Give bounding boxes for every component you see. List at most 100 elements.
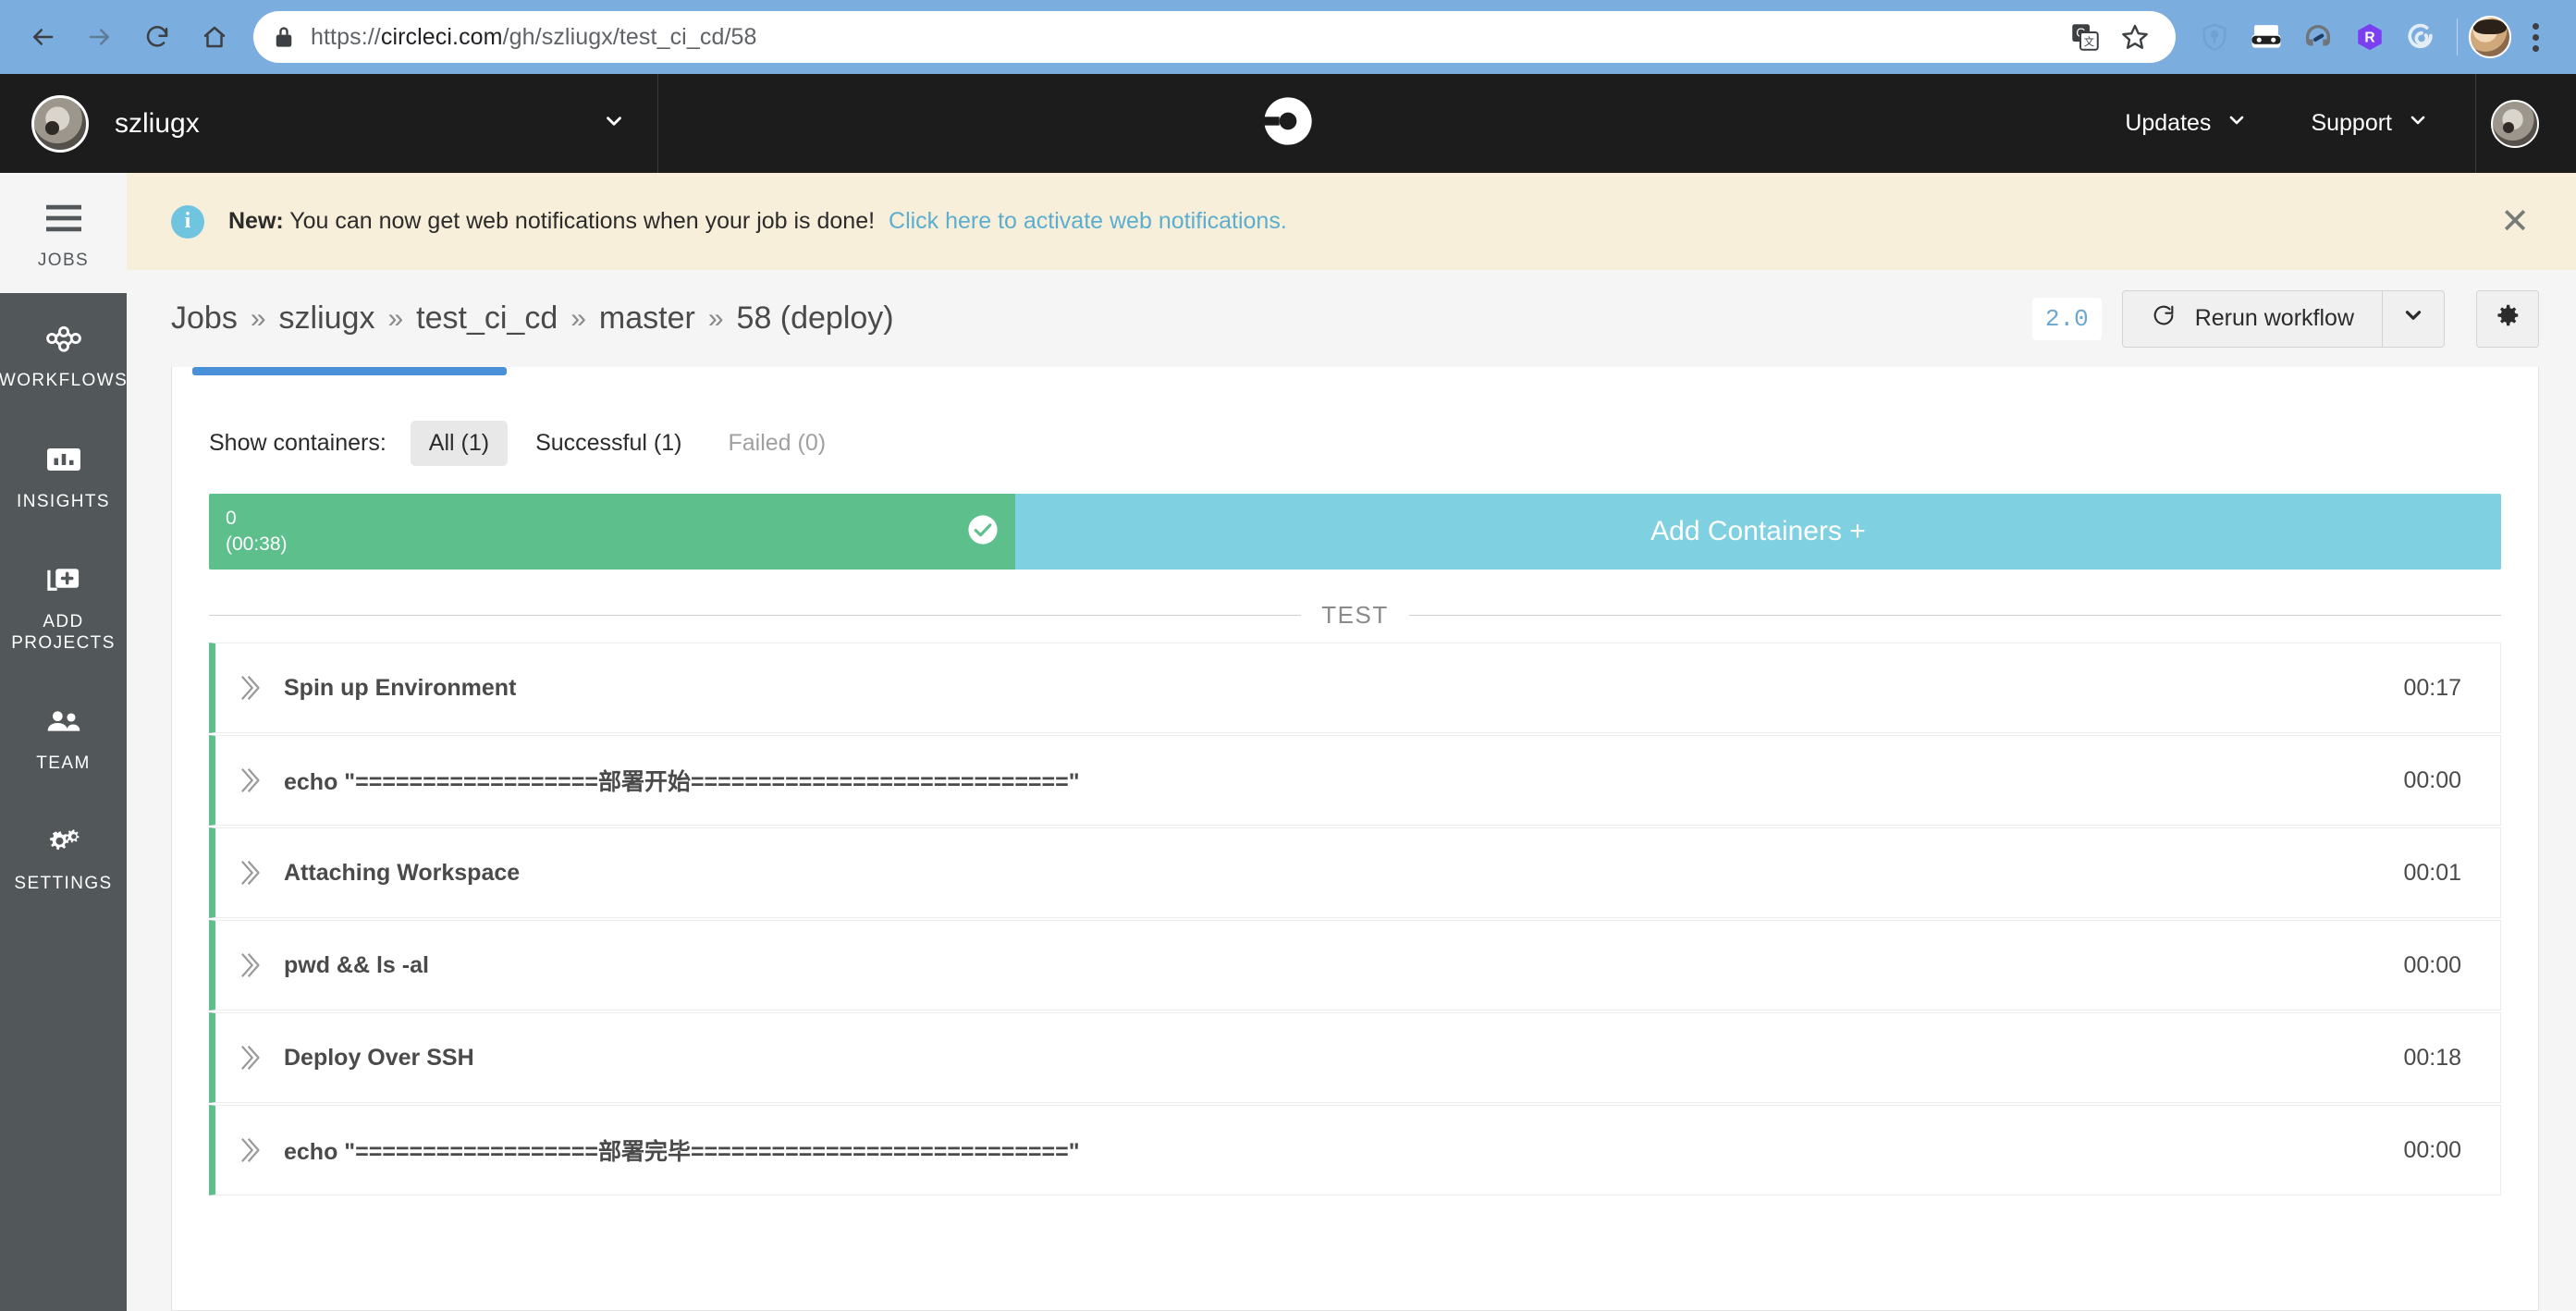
close-icon[interactable]: ✕: [2487, 204, 2543, 239]
sidebar-item-workflows[interactable]: WORKFLOWS: [0, 293, 127, 413]
step-row[interactable]: echo "==================部署完毕============…: [209, 1105, 2501, 1195]
filter-failed[interactable]: Failed (0): [709, 421, 844, 466]
breadcrumb-separator: »: [707, 302, 724, 334]
step-name: pwd && ls -al: [284, 951, 429, 978]
breadcrumb: Jobs » szliugx » test_ci_cd » master » 5…: [171, 300, 894, 337]
step-name: echo "==================部署完毕============…: [284, 1139, 1080, 1165]
kebab-menu-icon[interactable]: [2511, 13, 2559, 61]
rerun-button-group: Rerun workflow: [2121, 289, 2445, 348]
breadcrumb-separator: »: [250, 302, 266, 334]
container-0[interactable]: 0 (00:38): [209, 494, 1015, 570]
bar-chart-icon: [46, 438, 80, 481]
updates-menu[interactable]: Updates: [2093, 109, 2279, 138]
step-row[interactable]: Spin up Environment 00:17: [209, 643, 2501, 733]
container-info: 0 (00:38): [226, 506, 288, 557]
step-duration: 00:17: [2403, 674, 2461, 701]
rerun-workflow-button[interactable]: Rerun workflow: [2121, 289, 2383, 348]
people-icon: [45, 700, 82, 742]
address-bar[interactable]: https://circleci.com/gh/szliugx/test_ci_…: [253, 11, 2176, 63]
steps-list: Spin up Environment 00:17 echo "========…: [209, 643, 2501, 1195]
notification-banner: i New: You can now get web notifications…: [127, 173, 2576, 270]
sidebar-item-label: TEAM: [36, 754, 91, 774]
sidebar-item-label: INSIGHTS: [17, 491, 110, 511]
double-chevron-icon: [215, 1136, 284, 1164]
sidebar-item-label: ADD PROJECTS: [11, 612, 116, 653]
sidebar-item-team[interactable]: TEAM: [0, 676, 127, 796]
add-containers-button[interactable]: Add Containers +: [1015, 494, 2501, 570]
step-name: Attaching Workspace: [284, 859, 521, 886]
org-name: szliugx: [115, 107, 200, 139]
spiral-icon[interactable]: [2398, 13, 2446, 61]
home-button[interactable]: [189, 11, 240, 63]
project-settings-button[interactable]: [2476, 289, 2539, 348]
rerun-options-button[interactable]: [2383, 289, 2445, 348]
url-scheme: https://: [311, 23, 381, 50]
breadcrumb-branch[interactable]: master: [599, 300, 695, 337]
sidebar-item-label: JOBS: [37, 251, 90, 270]
svg-text:R: R: [2364, 31, 2374, 46]
org-switcher[interactable]: szliugx: [0, 74, 658, 173]
section-label: TEST: [1321, 601, 1389, 629]
step-name: echo "==================部署开始============…: [284, 769, 1080, 795]
sidebar-item-label: SETTINGS: [14, 874, 113, 894]
headphones-icon[interactable]: [2294, 13, 2342, 61]
filter-successful[interactable]: Successful (1): [517, 421, 700, 466]
step-duration: 00:01: [2403, 859, 2461, 886]
sidebar-item-add-projects[interactable]: ADD PROJECTS: [0, 534, 127, 676]
breadcrumb-build[interactable]: 58 (deploy): [737, 300, 894, 337]
url-domain: circleci.com: [380, 23, 503, 50]
step-row[interactable]: Deploy Over SSH 00:18: [209, 1012, 2501, 1103]
sidebar-item-settings[interactable]: SETTINGS: [0, 796, 127, 916]
container-filter-row: Show containers: All (1) Successful (1) …: [172, 380, 2538, 494]
translate-icon[interactable]: G文: [2065, 17, 2105, 57]
sidebar-item-insights[interactable]: INSIGHTS: [0, 414, 127, 534]
step-duration: 00:18: [2403, 1044, 2461, 1071]
mask-icon[interactable]: [2242, 13, 2290, 61]
browser-profile-avatar[interactable]: [2469, 16, 2511, 58]
forward-button[interactable]: [74, 11, 126, 63]
divider-line-left: [209, 615, 1302, 616]
reload-button[interactable]: [131, 11, 183, 63]
url-text: https://circleci.com/gh/szliugx/test_ci_…: [311, 24, 757, 51]
app-header: szliugx Updates Support: [0, 74, 2576, 173]
breadcrumb-separator: »: [570, 302, 586, 334]
support-label: Support: [2311, 110, 2392, 136]
browser-toolbar: https://circleci.com/gh/szliugx/test_ci_…: [0, 0, 2576, 74]
step-row[interactable]: echo "==================部署开始============…: [209, 735, 2501, 826]
url-path: /gh/szliugx/test_ci_cd/58: [502, 23, 757, 50]
breadcrumb-project[interactable]: test_ci_cd: [416, 300, 558, 337]
sidebar-item-jobs[interactable]: JOBS: [0, 173, 127, 294]
breadcrumb-row: Jobs » szliugx » test_ci_cd » master » 5…: [127, 270, 2576, 367]
step-row[interactable]: pwd && ls -al 00:00: [209, 920, 2501, 1011]
browser-nav-buttons: [17, 11, 240, 63]
step-duration: 00:00: [2403, 766, 2461, 793]
org-avatar: [31, 94, 89, 153]
sidebar-item-label: WORKFLOWS: [0, 371, 129, 391]
extension-icons: R: [2190, 13, 2446, 61]
back-button[interactable]: [17, 11, 68, 63]
step-row[interactable]: Attaching Workspace 00:01: [209, 827, 2501, 918]
shield-icon[interactable]: [2190, 13, 2239, 61]
circleci-logo-icon[interactable]: [1262, 95, 1314, 152]
chevron-down-icon: [2407, 109, 2429, 138]
user-avatar[interactable]: [2491, 99, 2539, 148]
container-duration: (00:38): [226, 533, 288, 555]
container-index: 0: [226, 508, 237, 530]
activate-notifications-link[interactable]: Click here to activate web notifications…: [889, 208, 1287, 234]
star-icon[interactable]: [2115, 17, 2155, 57]
breadcrumb-jobs[interactable]: Jobs: [171, 300, 238, 337]
header-actions: 2.0 Rerun workflow: [2031, 289, 2539, 348]
support-menu[interactable]: Support: [2279, 109, 2460, 138]
step-duration: 00:00: [2403, 951, 2461, 978]
active-tab-indicator: [192, 367, 507, 375]
header-right: Updates Support: [2093, 74, 2576, 173]
r-hexagon-icon[interactable]: R: [2346, 13, 2394, 61]
breadcrumb-org[interactable]: szliugx: [279, 300, 375, 337]
svg-text:文: 文: [2084, 35, 2094, 48]
list-icon: [45, 197, 81, 239]
header-divider: [2475, 74, 2476, 173]
version-badge: 2.0: [2031, 297, 2102, 340]
filter-all[interactable]: All (1): [410, 421, 509, 466]
refresh-icon: [2151, 302, 2177, 335]
step-name: Spin up Environment: [284, 674, 517, 701]
